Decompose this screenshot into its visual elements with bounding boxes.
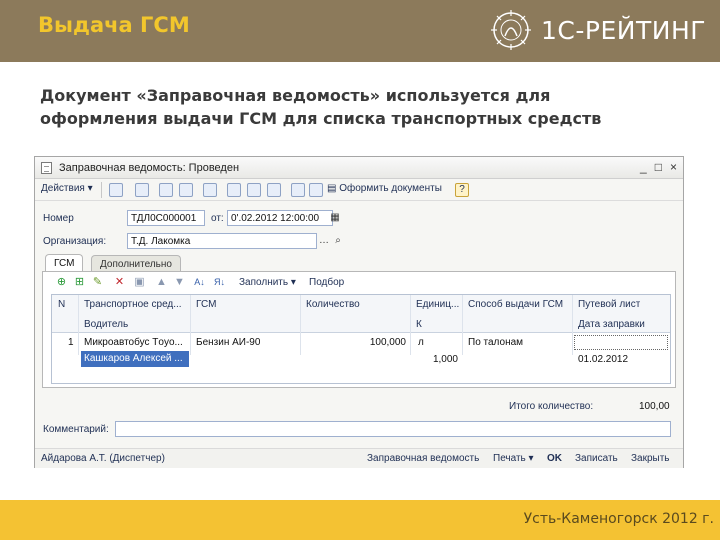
edit-row-icon[interactable]: ✎ bbox=[91, 276, 104, 289]
format-documents-label: Оформить документы bbox=[339, 183, 442, 194]
window-controls: _ □ × bbox=[640, 160, 677, 174]
open-magnifier-icon[interactable]: ⌕ bbox=[331, 234, 345, 248]
calendar-icon[interactable]: ▦ bbox=[328, 211, 342, 225]
row-refuel-date[interactable]: 01.02.2012 bbox=[578, 354, 628, 365]
close-window-button[interactable]: Закрыть bbox=[631, 453, 670, 464]
responsible-user[interactable]: Айдарова А.Т. (Диспетчер) bbox=[41, 453, 165, 464]
column-gsm[interactable]: ГСМ bbox=[196, 299, 216, 310]
report-icon[interactable] bbox=[309, 183, 323, 197]
tab-panel: ⊕ ⊞ ✎ ✕ ▣ ▲ ▼ A↓ Я↓ Заполнить ▾ Подбор N… bbox=[42, 271, 676, 388]
column-divider bbox=[300, 295, 301, 355]
fill-label: Заполнить bbox=[239, 277, 289, 288]
column-unit[interactable]: Единиц... bbox=[416, 299, 460, 310]
brand-name: 1С-РЕЙТИНГ bbox=[541, 15, 706, 45]
row-vehicle[interactable]: Микроавтобус Тoyo... bbox=[84, 337, 188, 348]
column-method[interactable]: Способ выдачи ГСМ bbox=[468, 299, 563, 310]
column-divider bbox=[410, 295, 411, 355]
select-dots-button[interactable]: … bbox=[317, 234, 331, 248]
select-button[interactable]: Подбор bbox=[309, 277, 344, 288]
document-window: Заправочная ведомость: Проведен _ □ × Де… bbox=[34, 156, 684, 468]
print-label: Печать bbox=[493, 453, 526, 464]
row-gsm[interactable]: Бензин АИ-90 bbox=[196, 337, 260, 348]
ok-button[interactable]: OK bbox=[547, 453, 562, 464]
slide-description: Документ «Заправочная ведомость» использ… bbox=[40, 84, 690, 130]
date-field[interactable]: 0'.02.2012 12:00:00 bbox=[227, 210, 333, 226]
end-edit-icon[interactable]: ▣ bbox=[133, 276, 146, 289]
row-method[interactable]: По талонам bbox=[468, 337, 523, 348]
copy-icon[interactable] bbox=[203, 183, 217, 197]
unpost-icon[interactable] bbox=[179, 183, 193, 197]
actions-label: Действия bbox=[41, 183, 85, 194]
row-driver[interactable]: Кашкаров Алексей ... bbox=[81, 351, 189, 367]
close-button[interactable]: × bbox=[670, 160, 677, 174]
column-waybill[interactable]: Путевой лист bbox=[578, 299, 640, 310]
sort-descending-icon[interactable]: Я↓ bbox=[213, 276, 226, 289]
minimize-button[interactable]: _ bbox=[640, 160, 647, 174]
waybill-cell[interactable] bbox=[574, 335, 668, 350]
document-icon bbox=[41, 162, 52, 174]
row-coefficient[interactable]: 1,000 bbox=[416, 354, 458, 365]
footer-text: Усть-Каменогорск 2012 г. bbox=[523, 511, 714, 527]
column-refuel-date[interactable]: Дата заправки bbox=[578, 319, 645, 330]
column-divider bbox=[78, 295, 79, 355]
help-button[interactable]: ? bbox=[455, 183, 469, 197]
description-line-2: оформления выдачи ГСМ для списка транспо… bbox=[40, 109, 602, 128]
format-documents-button[interactable]: ▤ Оформить документы bbox=[327, 183, 442, 194]
slide-header: Выдача ГСМ 1С-РЕЙТИНГ bbox=[0, 0, 720, 62]
move-down-icon[interactable]: ▼ bbox=[173, 276, 186, 289]
column-divider bbox=[462, 295, 463, 355]
row-number: 1 bbox=[68, 337, 74, 348]
copy-row-icon[interactable]: ⊞ bbox=[73, 276, 86, 289]
movements-icon[interactable] bbox=[267, 183, 281, 197]
row-quantity[interactable]: 100,000 bbox=[306, 337, 406, 348]
post-icon[interactable] bbox=[159, 183, 173, 197]
delete-row-icon[interactable]: ✕ bbox=[113, 276, 126, 289]
maximize-button[interactable]: □ bbox=[655, 160, 662, 174]
organization-label: Организация: bbox=[43, 236, 107, 247]
description-line-1: Документ «Заправочная ведомость» использ… bbox=[40, 86, 551, 105]
move-up-icon[interactable]: ▲ bbox=[155, 276, 168, 289]
comment-label: Комментарий: bbox=[43, 424, 109, 435]
table-toolbar: ⊕ ⊞ ✎ ✕ ▣ ▲ ▼ A↓ Я↓ Заполнить ▾ Подбор bbox=[43, 272, 675, 294]
number-field[interactable]: ТДЛ0С000001 bbox=[127, 210, 205, 226]
brand: 1С-РЕЙТИНГ bbox=[489, 8, 706, 52]
brand-logo-icon bbox=[491, 10, 532, 50]
post-and-close-icon[interactable] bbox=[109, 183, 123, 197]
column-divider bbox=[190, 295, 191, 355]
slide-title: Выдача ГСМ bbox=[38, 13, 190, 37]
row-unit[interactable]: л bbox=[418, 337, 424, 348]
column-n[interactable]: N bbox=[58, 299, 65, 310]
comment-field[interactable] bbox=[115, 421, 671, 437]
column-coefficient[interactable]: К bbox=[416, 319, 422, 330]
fill-menu[interactable]: Заполнить ▾ bbox=[239, 277, 296, 288]
slide-footer: Усть-Каменогорск 2012 г. bbox=[0, 500, 720, 540]
total-label: Итого количество: bbox=[509, 401, 594, 412]
column-quantity[interactable]: Количество bbox=[306, 299, 360, 310]
window-titlebar: Заправочная ведомость: Проведен _ □ × bbox=[35, 157, 683, 179]
document-toolbar: Действия ▾ ▤ Оформить документы ? bbox=[35, 179, 683, 201]
add-row-icon[interactable]: ⊕ bbox=[55, 276, 68, 289]
ledger-icon[interactable] bbox=[291, 183, 305, 197]
organization-field[interactable]: Т.Д. Лакомка bbox=[127, 233, 317, 249]
print-menu[interactable]: Печать ▾ bbox=[493, 453, 534, 464]
column-driver[interactable]: Водитель bbox=[84, 319, 128, 330]
toolbar-divider bbox=[101, 182, 102, 198]
date-label: от: bbox=[211, 213, 224, 224]
window-title: Заправочная ведомость: Проведен bbox=[59, 162, 240, 174]
sort-ascending-icon[interactable]: A↓ bbox=[193, 276, 206, 289]
number-label: Номер bbox=[43, 213, 74, 224]
save-button[interactable]: Записать bbox=[575, 453, 618, 464]
tab-gsm[interactable]: ГСМ bbox=[45, 254, 84, 272]
save-icon[interactable] bbox=[135, 183, 149, 197]
structure-icon[interactable] bbox=[247, 183, 261, 197]
command-bar: Айдарова А.Т. (Диспетчер) Заправочная ве… bbox=[35, 448, 683, 468]
print-form-button[interactable]: Заправочная ведомость bbox=[367, 453, 479, 464]
goods-table: N Транспортное сред... Водитель ГСМ Коли… bbox=[51, 294, 671, 384]
column-divider bbox=[572, 295, 573, 355]
column-vehicle[interactable]: Транспортное сред... bbox=[84, 299, 188, 310]
actions-menu[interactable]: Действия ▾ bbox=[41, 183, 93, 194]
total-value: 100,00 bbox=[639, 401, 670, 412]
list-icon[interactable] bbox=[227, 183, 241, 197]
